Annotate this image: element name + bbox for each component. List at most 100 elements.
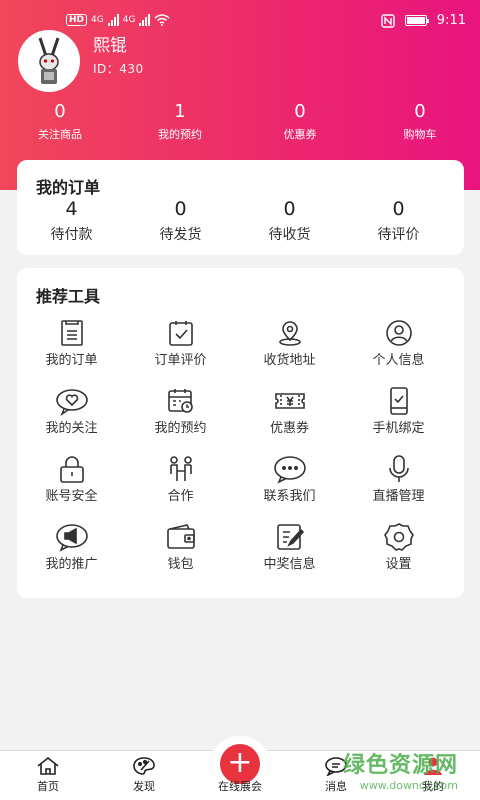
- hd-badge: HD: [66, 14, 88, 26]
- megaphone-icon: [55, 524, 88, 552]
- watermark-url: www.downcc.com: [359, 779, 458, 792]
- watermark: 绿色资源网 www.downcc.com: [343, 747, 458, 792]
- orders-row: 4 待付款 0 待发货 0 待收货 0 待评价: [17, 197, 464, 245]
- tool-wallet[interactable]: 钱包: [126, 518, 235, 586]
- tool-label: 订单评价: [154, 353, 207, 368]
- tool-live-management[interactable]: 直播管理: [344, 450, 453, 518]
- chat-bubble-icon: [273, 456, 306, 484]
- microphone-icon: [388, 455, 409, 482]
- stat-value: 0: [294, 101, 306, 122]
- order-count: 4: [65, 198, 78, 220]
- tool-label: 优惠券: [269, 421, 309, 436]
- tool-my-orders[interactable]: 我的订单: [17, 314, 126, 382]
- tool-personal-info[interactable]: 个人信息: [344, 314, 453, 382]
- tool-label: 我的关注: [45, 421, 98, 436]
- tab-home[interactable]: 首页: [18, 756, 78, 794]
- stat-label: 优惠券: [283, 128, 317, 141]
- stat-followed-goods[interactable]: 0 关注商品: [0, 100, 120, 144]
- tool-phone-binding[interactable]: 手机绑定: [344, 382, 453, 450]
- tool-label: 设置: [385, 557, 412, 572]
- tool-label: 个人信息: [372, 353, 425, 368]
- order-label: 待付款: [50, 227, 93, 243]
- order-pending-shipment[interactable]: 0 待发货: [126, 197, 235, 245]
- user-id: ID：430: [93, 62, 144, 76]
- tools-title: 推荐工具: [36, 287, 101, 306]
- order-pending-payment[interactable]: 4 待付款: [17, 197, 126, 245]
- lock-icon: [59, 456, 84, 483]
- order-count: 0: [392, 198, 405, 220]
- tool-label: 账号安全: [45, 489, 98, 504]
- stat-coupons[interactable]: 0 优惠券: [240, 100, 360, 144]
- order-count: 0: [174, 198, 187, 220]
- tool-order-review[interactable]: 订单评价: [126, 314, 235, 382]
- stat-label: 购物车: [403, 128, 437, 141]
- stat-appointments[interactable]: 1 我的预约: [120, 100, 240, 144]
- rabbit-avatar-icon: [20, 32, 78, 90]
- tool-label: 直播管理: [372, 489, 425, 504]
- tool-contact-us[interactable]: 联系我们: [235, 450, 344, 518]
- tool-label: 我的订单: [45, 353, 98, 368]
- signal-icon-2: [139, 14, 151, 26]
- tool-label: 合作: [167, 489, 194, 504]
- order-label: 待评价: [377, 227, 420, 243]
- nfc-icon: [381, 13, 395, 28]
- watermark-title: 绿色资源网: [342, 753, 458, 778]
- tool-my-follows[interactable]: 我的关注: [17, 382, 126, 450]
- network-label: 4G: [91, 15, 104, 25]
- stat-label: 我的预约: [158, 128, 202, 141]
- network-label-2: 4G: [122, 15, 136, 25]
- tool-settings[interactable]: 设置: [344, 518, 453, 586]
- coupon-ticket-icon: [274, 393, 305, 409]
- stat-value: 0: [54, 101, 66, 122]
- tab-label: 首页: [37, 780, 59, 793]
- phone-check-icon: [389, 387, 408, 415]
- status-right: 9:11: [381, 13, 466, 28]
- tool-label: 钱包: [167, 557, 194, 572]
- home-icon: [37, 756, 59, 775]
- tool-my-appointments[interactable]: 我的预约: [126, 382, 235, 450]
- order-label: 待收货: [268, 227, 311, 243]
- tab-discover[interactable]: 发现: [114, 756, 174, 794]
- order-pending-receipt[interactable]: 0 待收货: [235, 197, 344, 245]
- tool-account-security[interactable]: 账号安全: [17, 450, 126, 518]
- tool-label: 联系我们: [263, 489, 316, 504]
- tool-label: 手机绑定: [372, 421, 425, 436]
- review-clipboard-icon: [168, 321, 193, 346]
- tools-grid: 我的订单 订单评价 收货地址 个人信息 我的关注 我的预约 优惠券 手机绑定 账…: [17, 314, 464, 586]
- tab-label: 发现: [133, 780, 155, 793]
- handshake-people-icon: [169, 456, 192, 481]
- orders-title[interactable]: 我的订单: [36, 174, 100, 198]
- order-list-icon: [60, 320, 83, 346]
- avatar[interactable]: [18, 30, 80, 92]
- heart-chat-icon: [55, 389, 88, 416]
- gear-icon: [383, 523, 414, 551]
- edit-note-icon: [276, 524, 304, 550]
- person-icon: [385, 320, 412, 346]
- status-bar: HD 4G 4G 9:11: [0, 0, 480, 44]
- tool-label: 我的预约: [154, 421, 207, 436]
- status-left: HD 4G 4G: [66, 14, 170, 26]
- signal-icon: [107, 14, 119, 26]
- order-count: 0: [283, 198, 296, 220]
- battery-icon: [404, 15, 429, 26]
- stat-label: 关注商品: [38, 128, 82, 141]
- tool-label: 我的推广: [45, 557, 98, 572]
- online-expo-label: 在线展会: [218, 780, 262, 793]
- stat-value: 0: [414, 101, 426, 122]
- orders-card: 我的订单 4 待付款 0 待发货 0 待收货 0 待评价: [17, 160, 464, 255]
- calendar-clock-icon: [167, 389, 193, 413]
- tools-card: 推荐工具 我的订单 订单评价 收货地址 个人信息 我的关注 我的预约 优惠券 手…: [17, 268, 464, 598]
- tool-my-promotion[interactable]: 我的推广: [17, 518, 126, 586]
- user-name: 熙锟: [93, 36, 127, 56]
- clock: 9:11: [436, 13, 466, 28]
- tool-coupons[interactable]: 优惠券: [235, 382, 344, 450]
- tool-cooperation[interactable]: 合作: [126, 450, 235, 518]
- stats-row: 0 关注商品 1 我的预约 0 优惠券 0 购物车: [0, 100, 480, 144]
- wallet-icon: [166, 524, 195, 549]
- location-pin-icon: [278, 321, 301, 346]
- stat-value: 1: [174, 101, 186, 122]
- stat-cart[interactable]: 0 购物车: [360, 100, 480, 144]
- tool-address[interactable]: 收货地址: [235, 314, 344, 382]
- tool-prize-info[interactable]: 中奖信息: [235, 518, 344, 586]
- order-pending-review[interactable]: 0 待评价: [344, 197, 453, 245]
